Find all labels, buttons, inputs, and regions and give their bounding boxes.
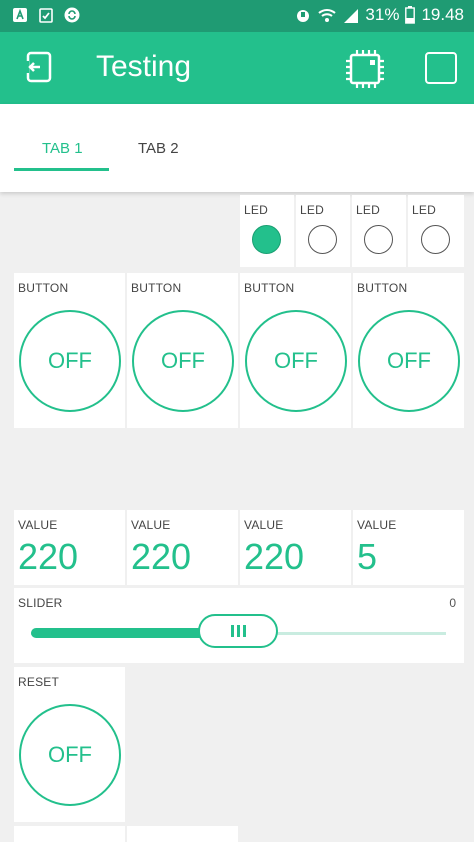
- value-display: 220: [131, 536, 192, 577]
- clipboard-check-icon: [39, 8, 53, 23]
- button-label: BUTTON: [244, 281, 295, 295]
- led-widget: LED: [352, 195, 406, 267]
- button-label: BUTTON: [18, 281, 69, 295]
- value-display: 5: [357, 536, 378, 577]
- reset-button[interactable]: OFF: [19, 704, 121, 806]
- led-indicator: [421, 225, 450, 254]
- tab-1[interactable]: TAB 1: [42, 140, 83, 157]
- slider-fill: [31, 628, 218, 638]
- button-widget: BUTTON OFF: [353, 273, 464, 428]
- slider-label: SLIDER: [18, 596, 63, 610]
- tab-bar: TAB 1 TAB 2: [0, 104, 474, 192]
- clock: 19.48: [421, 5, 464, 24]
- app-bar: Testing: [0, 32, 474, 104]
- led-label: LED: [244, 203, 268, 217]
- wifi-icon: [318, 9, 337, 22]
- slider-thumb[interactable]: [198, 614, 278, 648]
- button-label: BUTTON: [357, 281, 408, 295]
- toggle-button[interactable]: OFF: [132, 310, 234, 412]
- led-label: LED: [300, 203, 324, 217]
- toggle-button[interactable]: OFF: [245, 310, 347, 412]
- value-display: 220: [18, 536, 79, 577]
- value-label: VALUE: [244, 518, 284, 532]
- led-widget: LED: [408, 195, 464, 267]
- led-widget: LED: [296, 195, 350, 267]
- value-widget: VALUE 220: [127, 510, 238, 585]
- reset-label: RESET: [18, 675, 60, 689]
- value-widget: VALUE 5: [353, 510, 464, 585]
- led-widget: LED: [240, 195, 294, 267]
- toggle-button[interactable]: OFF: [358, 310, 460, 412]
- button-widget: BUTTON OFF: [127, 273, 238, 428]
- slider-value: 0: [449, 596, 456, 610]
- reset-widget: RESET OFF: [14, 667, 125, 822]
- alarm-icon: [297, 10, 310, 22]
- signal-icon: [344, 9, 359, 23]
- button-label: BUTTON: [131, 281, 182, 295]
- value-label: VALUE: [357, 518, 397, 532]
- device-chip-icon[interactable]: [343, 47, 387, 91]
- slider-widget: SLIDER 0: [14, 588, 464, 663]
- status-bar: 31% 19.48: [0, 0, 474, 32]
- value-display: 220: [244, 536, 305, 577]
- value-widget: VALUE 220: [240, 510, 351, 585]
- battery-icon: [405, 6, 416, 24]
- page-title: Testing: [96, 50, 192, 83]
- value-widget: VALUE 220: [14, 510, 125, 585]
- active-tab-indicator: [14, 168, 109, 171]
- battery-percentage: 31%: [365, 5, 400, 24]
- led-indicator: [252, 225, 281, 254]
- back-icon[interactable]: [20, 50, 56, 86]
- button-widget: BUTTON OFF: [14, 273, 125, 428]
- led-label: LED: [356, 203, 380, 217]
- button-widget: BUTTON OFF: [240, 273, 351, 428]
- widget-partial: [14, 826, 125, 842]
- tab-2[interactable]: TAB 2: [138, 140, 179, 157]
- led-indicator: [364, 225, 393, 254]
- widget-partial: [127, 826, 238, 842]
- a-icon: [13, 8, 27, 22]
- led-label: LED: [412, 203, 436, 217]
- led-indicator: [308, 225, 337, 254]
- toggle-button[interactable]: OFF: [19, 310, 121, 412]
- sync-icon: [64, 7, 80, 23]
- value-label: VALUE: [18, 518, 58, 532]
- stop-button[interactable]: [425, 52, 457, 84]
- value-label: VALUE: [131, 518, 171, 532]
